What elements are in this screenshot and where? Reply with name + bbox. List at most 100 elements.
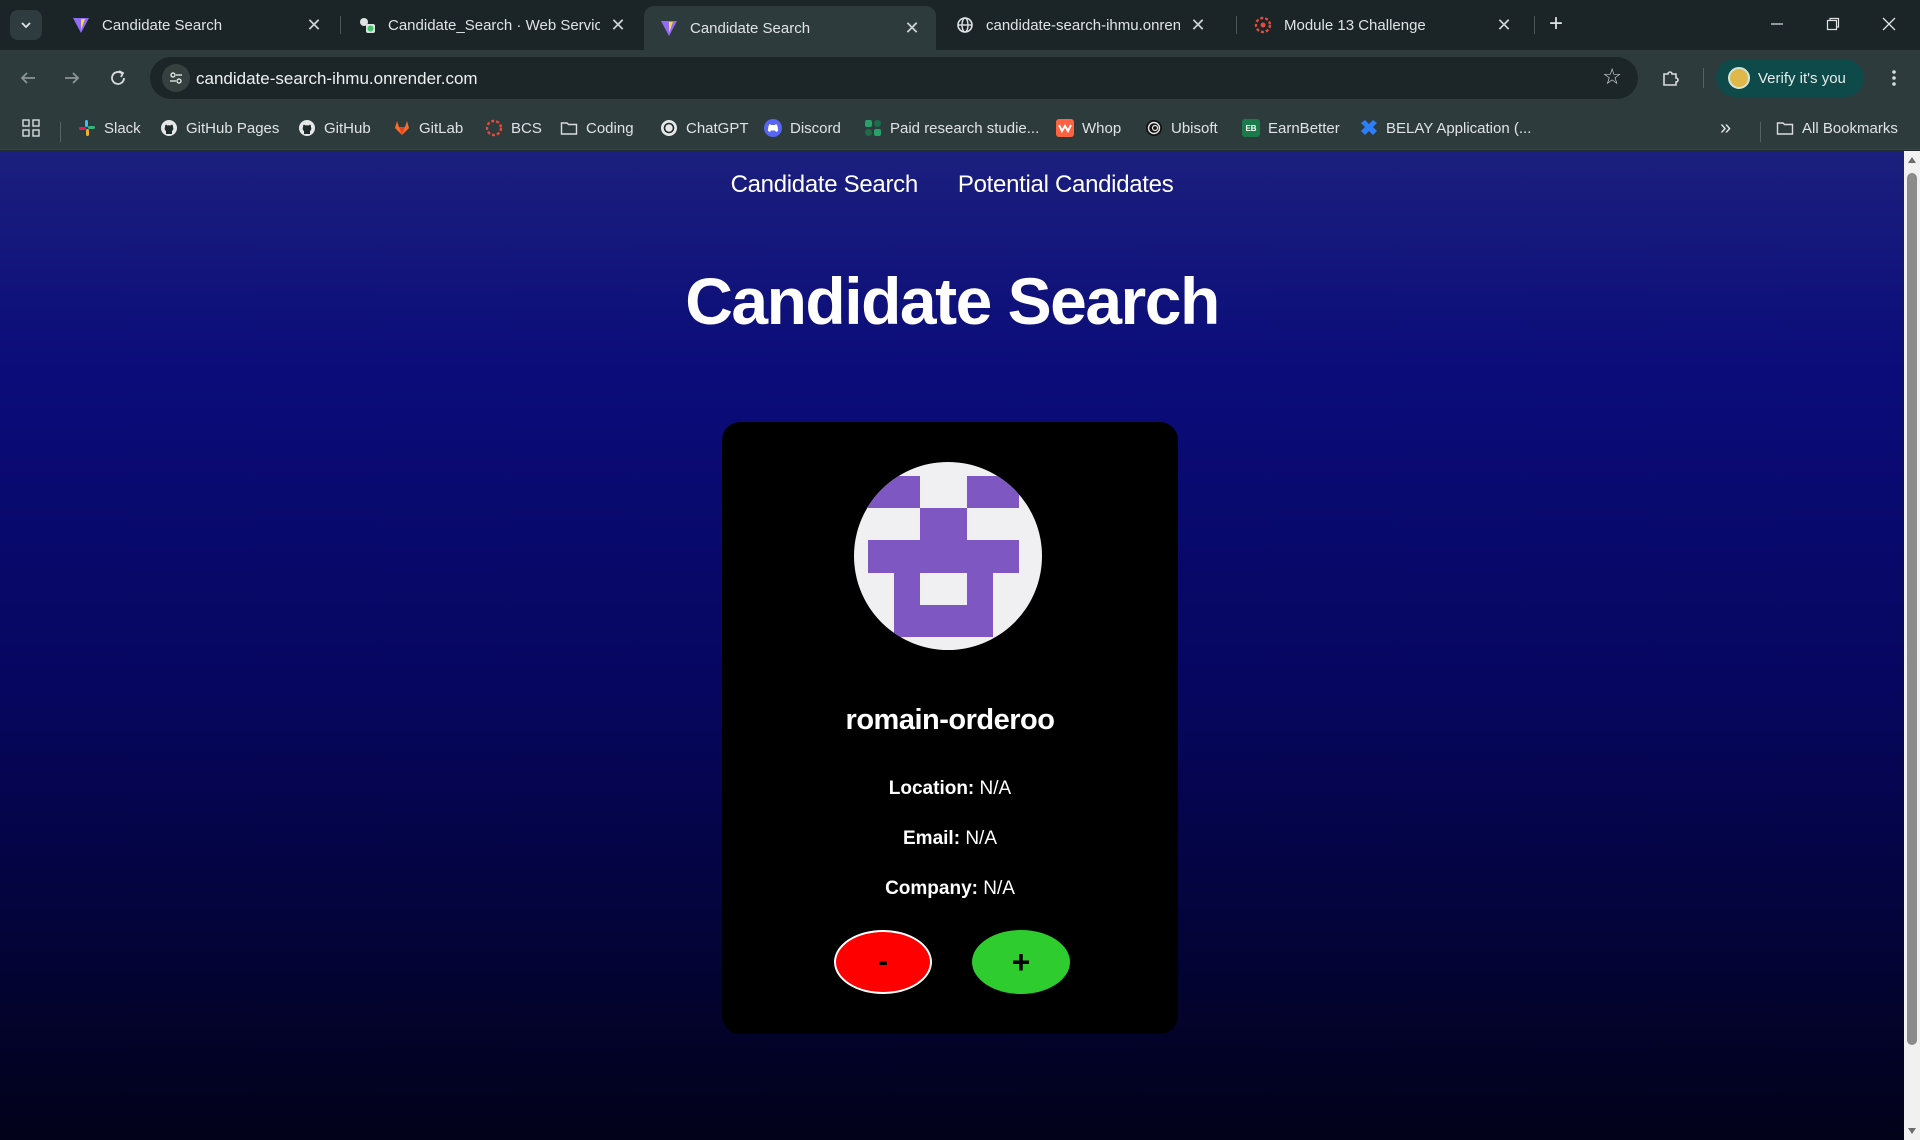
reload-button[interactable] bbox=[102, 62, 134, 94]
all-bookmarks-button[interactable]: All Bookmarks bbox=[1776, 116, 1898, 140]
ubisoft-icon bbox=[1145, 119, 1163, 137]
extensions-button[interactable] bbox=[1655, 62, 1687, 94]
bookmark-label: GitLab bbox=[419, 119, 464, 137]
candidate-email-row: Email: N/A bbox=[722, 828, 1178, 850]
profile-avatar bbox=[1728, 67, 1750, 89]
bookmarks-separator bbox=[60, 122, 61, 142]
close-icon[interactable]: ✕ bbox=[1494, 15, 1514, 36]
company-value: N/A bbox=[983, 878, 1015, 899]
bookmark-github[interactable]: GitHub bbox=[298, 116, 371, 140]
bookmark-discord[interactable]: Discord bbox=[764, 116, 841, 140]
folder-icon bbox=[560, 119, 578, 137]
candidate-card: romain-orderoo Location: N/A Email: N/A … bbox=[722, 422, 1178, 1034]
tab-candidate-search-active[interactable]: Candidate Search ✕ bbox=[644, 6, 936, 50]
slack-icon bbox=[78, 119, 96, 137]
belay-icon bbox=[1360, 119, 1378, 137]
tab-separator bbox=[1534, 16, 1535, 34]
apps-button[interactable] bbox=[22, 116, 40, 140]
tune-icon bbox=[170, 72, 182, 84]
restore-icon bbox=[1826, 17, 1840, 31]
bookmark-ubisoft[interactable]: Ubisoft bbox=[1145, 116, 1218, 140]
back-button[interactable] bbox=[12, 62, 44, 94]
arrow-right-icon bbox=[65, 72, 80, 84]
gitlab-icon bbox=[393, 119, 411, 137]
bookmark-label: GitHub Pages bbox=[186, 119, 280, 137]
bookmark-belay[interactable]: BELAY Application (... bbox=[1360, 116, 1531, 140]
company-label: Company: bbox=[885, 878, 978, 899]
bookmarks-bar: Slack GitHub Pages GitHub GitLab BCS Cod… bbox=[0, 106, 1920, 150]
tab-onrender-site[interactable]: candidate-search-ihmu.onrend ✕ bbox=[940, 6, 1222, 44]
url-text[interactable]: candidate-search-ihmu.onrender.com bbox=[196, 69, 478, 89]
render-icon bbox=[358, 16, 376, 34]
research-icon bbox=[864, 119, 882, 137]
identicon-avatar-icon bbox=[868, 476, 1019, 637]
scrollbar-thumb[interactable] bbox=[1907, 173, 1917, 1045]
tab-search-button[interactable] bbox=[10, 10, 42, 40]
page-title: Candidate Search bbox=[685, 264, 1220, 338]
bookmark-label: ChatGPT bbox=[686, 119, 749, 137]
close-icon[interactable]: ✕ bbox=[608, 15, 628, 36]
globe-icon bbox=[956, 16, 974, 34]
site-info-button[interactable] bbox=[162, 64, 190, 92]
nav-link-potential-candidates[interactable]: Potential Candidates bbox=[958, 171, 1174, 199]
bookmark-folder-coding[interactable]: Coding bbox=[560, 116, 634, 140]
chevron-down-icon bbox=[21, 22, 31, 29]
candidate-company-row: Company: N/A bbox=[722, 878, 1178, 900]
page-scrollbar[interactable] bbox=[1904, 151, 1920, 1140]
bookmark-whop[interactable]: Whop bbox=[1056, 116, 1121, 140]
page-viewport: Candidate Search Potential Candidates Ca… bbox=[0, 151, 1904, 1140]
tab-title: Module 13 Challenge bbox=[1284, 16, 1426, 34]
more-bookmarks-button[interactable]: » bbox=[1720, 116, 1731, 140]
tab-title: Candidate Search bbox=[690, 19, 811, 37]
browser-toolbar: candidate-search-ihmu.onrender.com ☆ Ver… bbox=[0, 50, 1920, 106]
nav-link-candidate-search[interactable]: Candidate Search bbox=[731, 171, 919, 199]
email-value: N/A bbox=[965, 828, 997, 849]
bookmark-label: EarnBetter bbox=[1268, 119, 1340, 137]
whop-icon bbox=[1056, 119, 1074, 137]
reject-candidate-button[interactable]: - bbox=[834, 930, 932, 994]
site-nav: Candidate Search Potential Candidates bbox=[0, 171, 1904, 199]
scroll-down-arrow-icon[interactable] bbox=[1908, 1128, 1916, 1134]
tab-title: Candidate_Search · Web Servic bbox=[388, 16, 600, 34]
minimize-icon bbox=[1771, 23, 1783, 25]
reload-icon bbox=[111, 70, 125, 85]
accept-candidate-button[interactable]: + bbox=[972, 930, 1070, 994]
tab-separator bbox=[1236, 16, 1237, 34]
bookmark-label: Whop bbox=[1082, 119, 1122, 137]
scroll-up-arrow-icon[interactable] bbox=[1908, 157, 1916, 163]
candidate-avatar bbox=[854, 462, 1042, 650]
verify-label: Verify it's you bbox=[1758, 69, 1846, 87]
bookmark-slack[interactable]: Slack bbox=[78, 116, 141, 140]
new-tab-button[interactable]: + bbox=[1542, 12, 1570, 38]
chatgpt-icon bbox=[660, 119, 678, 137]
browser-menu-button[interactable] bbox=[1878, 62, 1910, 94]
minimize-button[interactable] bbox=[1750, 0, 1804, 48]
close-icon[interactable]: ✕ bbox=[1188, 15, 1208, 36]
bookmark-chatgpt[interactable]: ChatGPT bbox=[660, 116, 749, 140]
tab-strip: Candidate Search ✕ Candidate_Search · We… bbox=[0, 0, 1920, 50]
tab-module-13-challenge[interactable]: Module 13 Challenge ✕ bbox=[1238, 6, 1528, 44]
close-window-button[interactable] bbox=[1862, 0, 1916, 48]
bookmark-label: Paid research studie... bbox=[890, 119, 1040, 137]
tab-candidate-search-1[interactable]: Candidate Search ✕ bbox=[56, 6, 338, 44]
close-icon[interactable]: ✕ bbox=[304, 15, 324, 36]
verify-identity-button[interactable]: Verify it's you bbox=[1716, 59, 1864, 97]
address-bar[interactable]: candidate-search-ihmu.onrender.com ☆ bbox=[150, 57, 1638, 99]
bookmark-star-icon[interactable]: ☆ bbox=[1602, 66, 1622, 88]
bookmark-bcs[interactable]: BCS bbox=[485, 116, 542, 140]
tab-render-web-service[interactable]: Candidate_Search · Web Servic ✕ bbox=[342, 6, 642, 44]
forward-button[interactable] bbox=[56, 62, 88, 94]
restore-button[interactable] bbox=[1806, 0, 1860, 48]
close-icon bbox=[1882, 17, 1896, 31]
bookmark-label: GitHub bbox=[324, 119, 371, 137]
bookmark-earnbetter[interactable]: EB EarnBetter bbox=[1242, 116, 1340, 140]
toolbar-divider bbox=[1703, 68, 1704, 88]
tab-title: candidate-search-ihmu.onrend bbox=[986, 16, 1180, 34]
close-icon[interactable]: ✕ bbox=[902, 18, 922, 39]
bookmark-paid-research[interactable]: Paid research studie... bbox=[864, 116, 1039, 140]
bookmark-github-pages[interactable]: GitHub Pages bbox=[160, 116, 279, 140]
vite-icon bbox=[72, 16, 90, 34]
bookmark-label: Slack bbox=[104, 119, 141, 137]
bookmark-gitlab[interactable]: GitLab bbox=[393, 116, 463, 140]
vite-icon bbox=[660, 19, 678, 37]
